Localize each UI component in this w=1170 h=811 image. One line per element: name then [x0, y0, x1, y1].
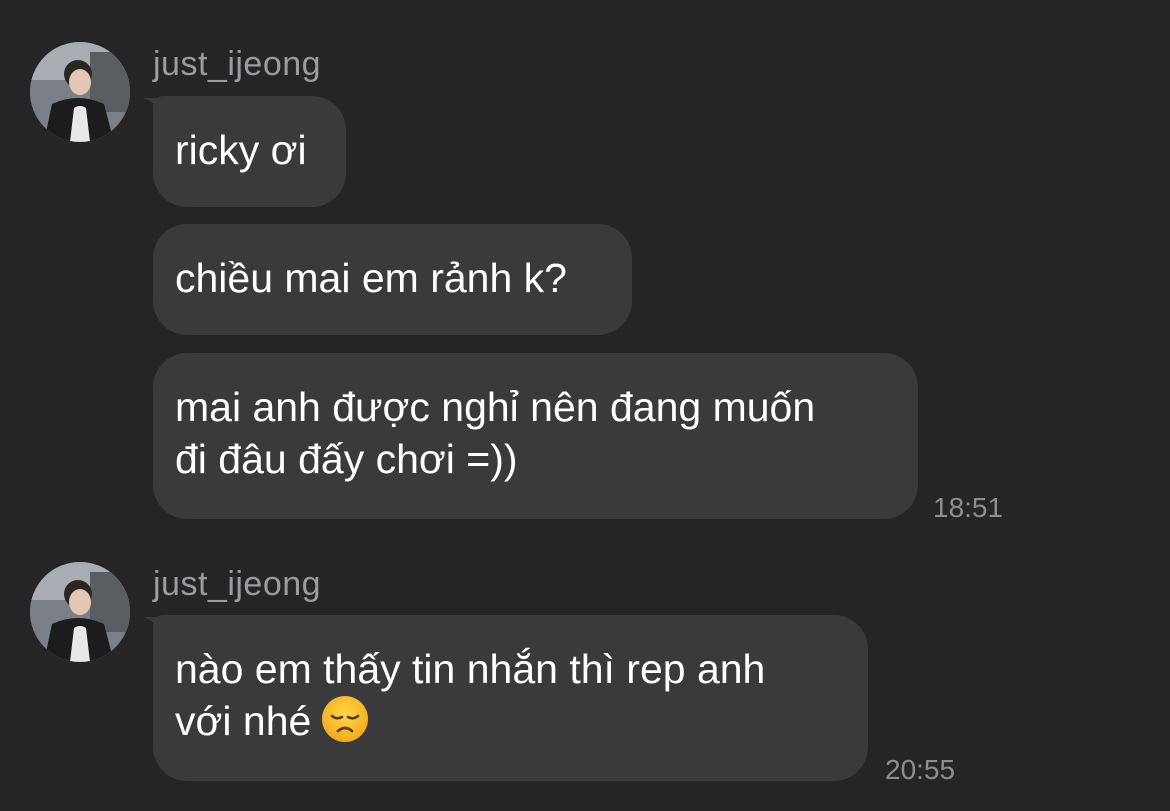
message-bubble[interactable]: ricky ơi — [153, 96, 346, 207]
disappointed-face-icon — [322, 696, 369, 742]
message-text: nào em thấy tin nhắn thì rep anh — [175, 646, 766, 692]
avatar[interactable] — [30, 42, 130, 142]
message-text: với nhé — [175, 698, 312, 744]
message-text: đi đâu đấy chơi =)) — [175, 436, 518, 482]
message-bubble[interactable]: nào em thấy tin nhắn thì rep anh với nhé — [153, 615, 868, 781]
user-photo-icon — [30, 562, 130, 662]
sender-name: just_ijeong — [153, 45, 322, 83]
message-timestamp: 20:55 — [885, 754, 956, 785]
message-text-line: với nhé — [175, 695, 846, 747]
user-photo-icon — [30, 42, 130, 142]
message-text: chiều mai em rảnh k? — [175, 255, 567, 301]
message-bubble[interactable]: chiều mai em rảnh k? — [153, 224, 632, 335]
sender-name: just_ijeong — [153, 565, 322, 603]
message-text: mai anh được nghỉ nên đang muốn — [175, 384, 816, 430]
avatar[interactable] — [30, 562, 130, 662]
message-text: ricky ơi — [175, 127, 307, 173]
message-timestamp: 18:51 — [933, 492, 1004, 523]
message-bubble[interactable]: mai anh được nghỉ nên đang muốn đi đâu đ… — [153, 353, 918, 519]
